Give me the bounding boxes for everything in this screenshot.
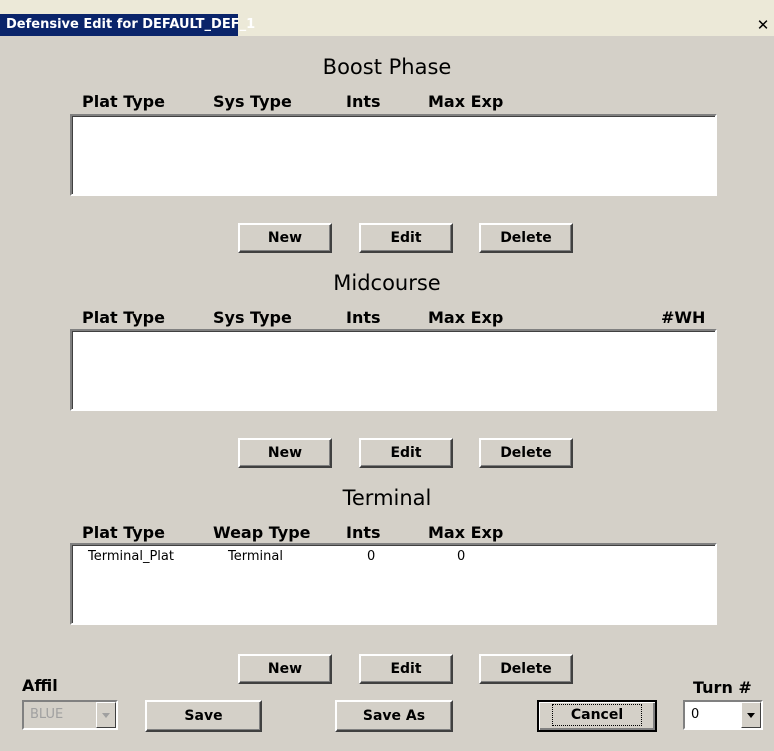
boost-header-max-exp: Max Exp bbox=[428, 92, 504, 111]
midcourse-header-max-exp: Max Exp bbox=[428, 308, 504, 327]
midcourse-header-sys-type: Sys Type bbox=[213, 308, 292, 327]
midcourse-list[interactable] bbox=[70, 329, 717, 411]
cancel-button[interactable]: Cancel bbox=[537, 700, 657, 732]
midcourse-delete-button[interactable]: Delete bbox=[479, 438, 573, 468]
midcourse-header-wh: #WH bbox=[661, 308, 706, 327]
midcourse-new-button[interactable]: New bbox=[238, 438, 332, 468]
chevron-down-icon bbox=[96, 702, 116, 728]
midcourse-edit-button[interactable]: Edit bbox=[359, 438, 453, 468]
terminal-list[interactable]: Terminal_Plat Terminal 0 0 bbox=[70, 543, 717, 625]
terminal-row-plat-type: Terminal_Plat bbox=[88, 549, 174, 564]
midcourse-header-ints: Ints bbox=[346, 308, 381, 327]
terminal-edit-button[interactable]: Edit bbox=[359, 654, 453, 684]
boost-header-plat-type: Plat Type bbox=[82, 92, 165, 111]
turn-value: 0 bbox=[691, 707, 700, 722]
save-button[interactable]: Save bbox=[145, 700, 262, 732]
cancel-button-label: Cancel bbox=[551, 704, 643, 726]
terminal-title: Terminal bbox=[342, 486, 432, 510]
terminal-header-max-exp: Max Exp bbox=[428, 523, 504, 542]
terminal-header-weap-type: Weap Type bbox=[213, 523, 311, 542]
terminal-row-weap-type: Terminal bbox=[228, 549, 283, 564]
midcourse-header-plat-type: Plat Type bbox=[82, 308, 165, 327]
terminal-row-max-exp: 0 bbox=[457, 549, 466, 564]
affil-value: BLUE bbox=[30, 707, 64, 722]
boost-phase-title: Boost Phase bbox=[322, 55, 452, 79]
boost-header-ints: Ints bbox=[346, 92, 381, 111]
terminal-delete-button[interactable]: Delete bbox=[479, 654, 573, 684]
close-icon[interactable]: ✕ bbox=[754, 16, 772, 34]
boost-new-button[interactable]: New bbox=[238, 223, 332, 253]
midcourse-title: Midcourse bbox=[333, 271, 441, 295]
terminal-header-plat-type: Plat Type bbox=[82, 523, 165, 542]
boost-delete-button[interactable]: Delete bbox=[479, 223, 573, 253]
affil-select: BLUE bbox=[22, 700, 118, 730]
terminal-header-ints: Ints bbox=[346, 523, 381, 542]
turn-label: Turn # bbox=[693, 678, 752, 697]
terminal-new-button[interactable]: New bbox=[238, 654, 332, 684]
window-title: Defensive Edit for DEFAULT_DEF_1 bbox=[0, 14, 255, 36]
boost-edit-button[interactable]: Edit bbox=[359, 223, 453, 253]
boost-phase-list[interactable] bbox=[70, 114, 717, 196]
save-as-button[interactable]: Save As bbox=[335, 700, 453, 732]
turn-select[interactable]: 0 bbox=[683, 700, 763, 730]
affil-label: Affil bbox=[22, 676, 58, 695]
terminal-row-ints: 0 bbox=[367, 549, 376, 564]
chevron-down-icon[interactable] bbox=[741, 702, 761, 728]
boost-header-sys-type: Sys Type bbox=[213, 92, 292, 111]
title-bar: Defensive Edit for DEFAULT_DEF_1 ✕ bbox=[0, 0, 774, 36]
